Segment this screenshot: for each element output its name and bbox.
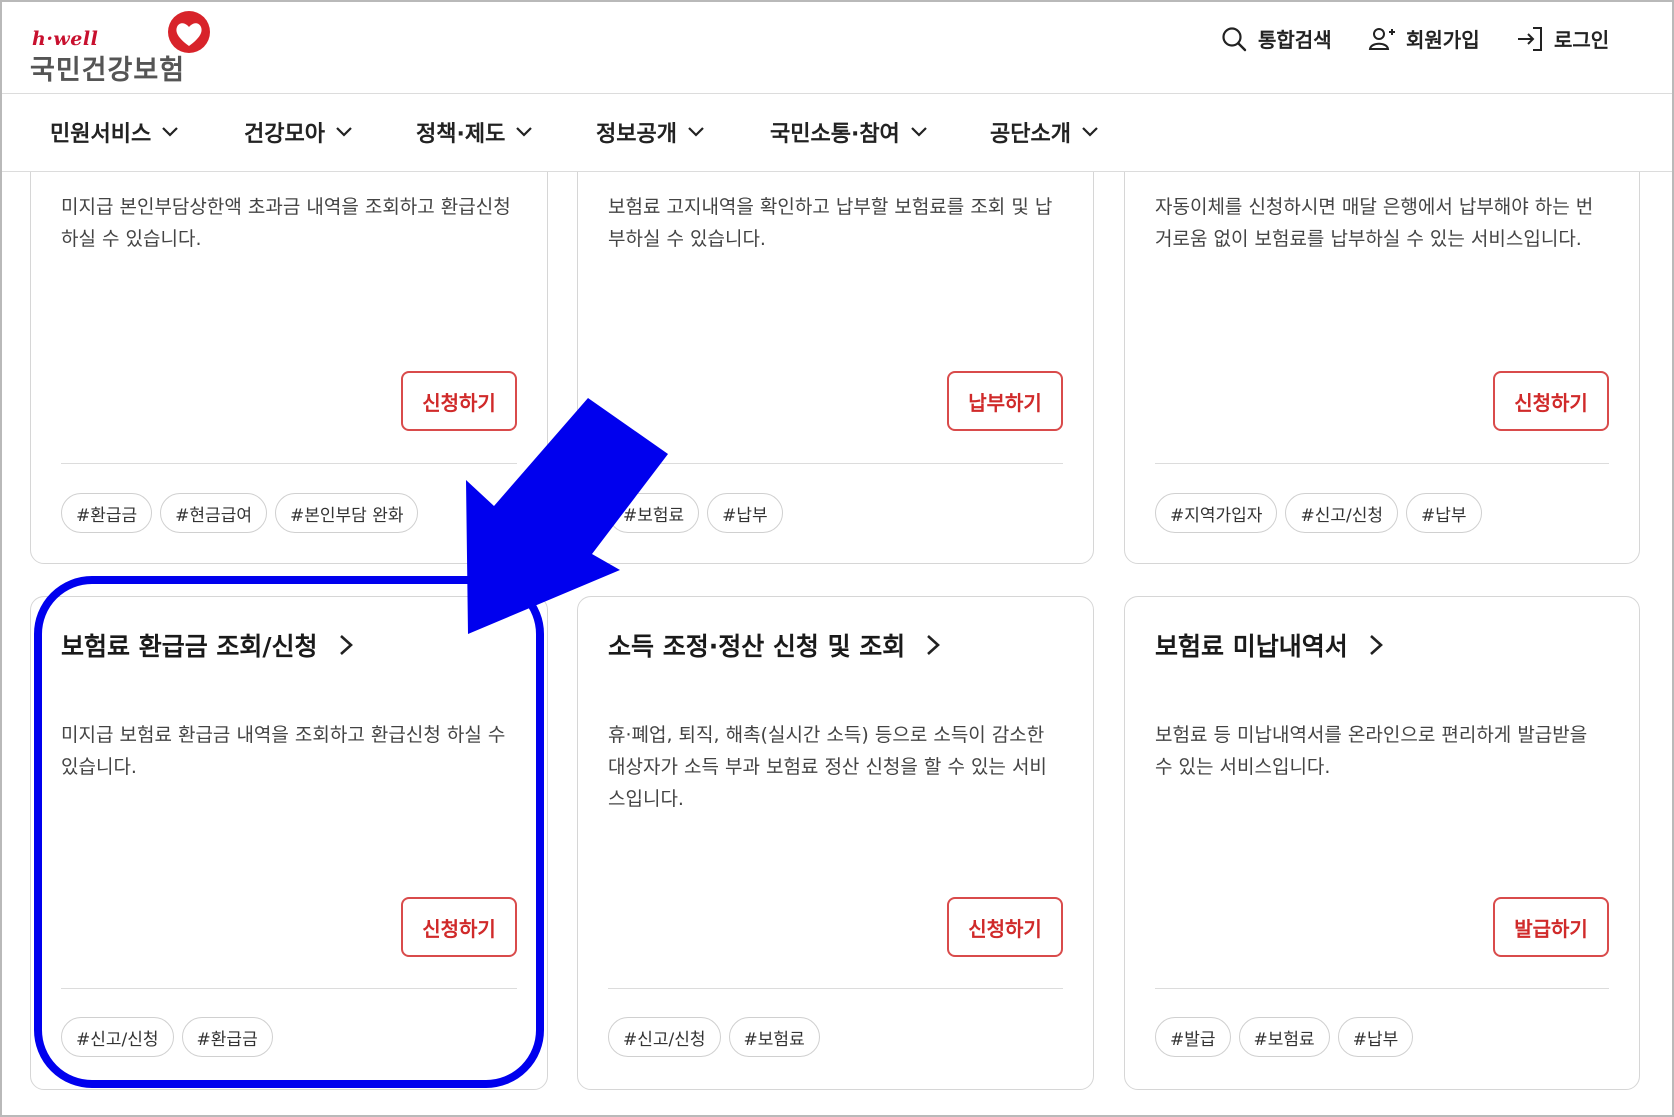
nav-item-civil-service[interactable]: 민원서비스 xyxy=(50,116,179,148)
apply-button[interactable]: 신청하기 xyxy=(401,897,517,957)
search-label: 통합검색 xyxy=(1258,28,1332,52)
service-card-copay-refund: 미지급 본인부담상한액 초과금 내역을 조회하고 환급신청 하실 수 있습니다.… xyxy=(30,132,548,564)
tag[interactable]: #환급금 xyxy=(61,493,153,533)
tag-list: #신고/신청 #환급금 xyxy=(61,1017,273,1057)
chevron-down-icon xyxy=(1082,127,1098,137)
nav-item-policy[interactable]: 정책·제도 xyxy=(416,116,533,148)
user-plus-icon xyxy=(1368,27,1395,50)
search-icon xyxy=(1222,26,1247,51)
tag-list: #발급 #보험료 #납부 xyxy=(1155,1017,1414,1057)
nav-item-label: 민원서비스 xyxy=(50,122,152,147)
tag[interactable]: #신고/신청 xyxy=(608,1017,721,1057)
site-header: h·well 국민건강보험 통합검색 회원가입 로그인 xyxy=(2,2,1672,94)
nav-item-label: 공단소개 xyxy=(990,122,1071,147)
card-title-link[interactable]: 보험료 환급금 조회/신청 xyxy=(61,627,354,663)
card-title: 보험료 환급금 조회/신청 xyxy=(61,632,318,661)
join-label: 회원가입 xyxy=(1406,28,1480,52)
browser-viewport: h·well 국민건강보험 통합검색 회원가입 로그인 민원서비스 건강모아 정… xyxy=(0,0,1674,1117)
tag-list: #지역가입자 #신고/신청 #납부 xyxy=(1155,493,1482,533)
logo-main-text: 국민건강보험 xyxy=(30,55,186,86)
tag[interactable]: #지역가입자 xyxy=(1155,493,1278,533)
card-description: 휴·폐업, 퇴직, 해촉(실시간 소득) 등으로 소득이 감소한 대상자가 소득… xyxy=(608,724,1047,810)
apply-button[interactable]: 신청하기 xyxy=(947,897,1063,957)
main-nav: 민원서비스 건강모아 정책·제도 정보공개 국민소통·참여 공단소개 xyxy=(2,94,1672,172)
nav-item-label: 정책·제도 xyxy=(416,122,506,147)
chevron-down-icon xyxy=(162,127,178,137)
login-label: 로그인 xyxy=(1554,28,1610,52)
issue-button[interactable]: 발급하기 xyxy=(1493,897,1609,957)
chevron-right-icon xyxy=(339,635,353,655)
tag[interactable]: #발급 xyxy=(1155,1017,1231,1057)
integrated-search-link[interactable]: 통합검색 xyxy=(1220,24,1332,53)
chevron-right-icon xyxy=(1369,635,1383,655)
card-description: 미지급 보험료 환급금 내역을 조회하고 환급신청 하실 수 있습니다. xyxy=(61,724,506,778)
card-divider xyxy=(1155,988,1609,989)
card-title: 보험료 미납내역서 xyxy=(1155,632,1348,661)
card-divider xyxy=(61,988,517,989)
service-card-premium-payment: 보험료 고지내역을 확인하고 납부할 보험료를 조회 및 납부하실 수 있습니다… xyxy=(577,132,1094,564)
chevron-down-icon xyxy=(516,127,533,137)
tag[interactable]: #납부 xyxy=(707,493,783,533)
tag[interactable]: #납부 xyxy=(1337,1017,1414,1057)
tag-list: #환급금 #현금급여 #본인부담 완화 xyxy=(61,493,419,533)
service-card-premium-refund[interactable]: 보험료 환급금 조회/신청 미지급 보험료 환급금 내역을 조회하고 환급신청 … xyxy=(30,596,548,1090)
service-card-unpaid-statement[interactable]: 보험료 미납내역서 보험료 등 미납내역서를 온라인으로 편리하게 발급받을 수… xyxy=(1124,596,1640,1090)
card-title-link[interactable]: 보험료 미납내역서 xyxy=(1155,627,1384,663)
apply-button[interactable]: 신청하기 xyxy=(1493,371,1609,431)
tag[interactable]: #신고/신청 xyxy=(1285,493,1398,533)
tag-list: #신고/신청 #보험료 xyxy=(608,1017,820,1057)
nav-item-label: 건강모아 xyxy=(244,122,325,147)
nhis-logo[interactable]: h·well 국민건강보험 xyxy=(30,10,220,86)
nav-item-disclosure[interactable]: 정보공개 xyxy=(596,116,705,148)
card-divider xyxy=(608,988,1063,989)
chevron-down-icon xyxy=(911,127,927,137)
service-card-auto-transfer: 자동이체를 신청하시면 매달 은행에서 납부해야 하는 번거로움 없이 보험료를… xyxy=(1124,132,1640,564)
logo-hwell-text: h·well xyxy=(32,28,99,50)
chevron-down-icon xyxy=(688,127,704,137)
card-title: 소득 조정·정산 신청 및 조회 xyxy=(608,632,906,661)
login-link[interactable]: 로그인 xyxy=(1516,24,1609,53)
heart-logo-icon xyxy=(168,11,210,53)
card-title-link[interactable]: 소득 조정·정산 신청 및 조회 xyxy=(608,627,941,663)
chevron-right-icon xyxy=(927,635,941,655)
card-description: 보험료 등 미납내역서를 온라인으로 편리하게 발급받을 수 있는 서비스입니다… xyxy=(1155,724,1588,778)
tag[interactable]: #환급금 xyxy=(181,1017,273,1057)
login-icon xyxy=(1518,26,1542,51)
card-divider xyxy=(1155,463,1609,464)
service-card-income-adjustment[interactable]: 소득 조정·정산 신청 및 조회 휴·폐업, 퇴직, 해촉(실시간 소득) 등으… xyxy=(577,596,1094,1090)
card-divider xyxy=(61,463,517,464)
nav-item-participation[interactable]: 국민소통·참여 xyxy=(770,116,928,148)
tag-list: #보험료 #납부 xyxy=(608,493,783,533)
join-link[interactable]: 회원가입 xyxy=(1368,24,1480,53)
nav-item-label: 정보공개 xyxy=(596,122,677,147)
tag[interactable]: #본인부담 완화 xyxy=(274,493,419,533)
nav-item-about[interactable]: 공단소개 xyxy=(990,116,1099,148)
tag[interactable]: #보험료 xyxy=(608,493,700,533)
tag[interactable]: #보험료 xyxy=(1238,1017,1330,1057)
nav-item-health[interactable]: 건강모아 xyxy=(244,116,353,148)
card-description: 보험료 고지내역을 확인하고 납부할 보험료를 조회 및 납부하실 수 있습니다… xyxy=(608,196,1053,250)
chevron-down-icon xyxy=(336,127,352,137)
apply-button[interactable]: 신청하기 xyxy=(401,371,517,431)
card-divider xyxy=(608,463,1063,464)
card-description: 자동이체를 신청하시면 매달 은행에서 납부해야 하는 번거로움 없이 보험료를… xyxy=(1155,196,1594,250)
card-description: 미지급 본인부담상한액 초과금 내역을 조회하고 환급신청 하실 수 있습니다. xyxy=(61,196,511,250)
tag[interactable]: #납부 xyxy=(1406,493,1482,533)
tag[interactable]: #현금급여 xyxy=(160,493,267,533)
pay-button[interactable]: 납부하기 xyxy=(947,371,1063,431)
tag[interactable]: #보험료 xyxy=(728,1017,820,1057)
tag[interactable]: #신고/신청 xyxy=(61,1017,174,1057)
nav-item-label: 국민소통·참여 xyxy=(770,122,900,147)
